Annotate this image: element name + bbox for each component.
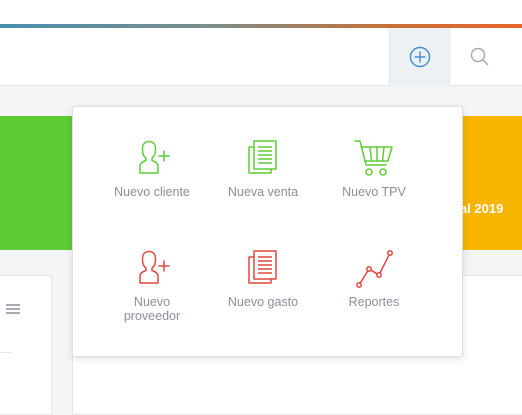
document-icon: [248, 140, 277, 174]
quick-add-button[interactable]: [389, 28, 449, 86]
document-icon: [248, 250, 277, 284]
new-supplier-label: Nuevo proveedor: [123, 295, 181, 323]
left-panel: [0, 275, 52, 415]
new-tpv-item[interactable]: Nuevo TPV: [315, 139, 433, 199]
app-header: [0, 28, 522, 86]
new-supplier-item[interactable]: Nuevo proveedor: [93, 249, 211, 323]
top-strip: [0, 0, 522, 24]
menu-icon[interactable]: [5, 303, 21, 315]
new-expense-item[interactable]: Nuevo gasto: [204, 249, 322, 309]
add-user-icon: [139, 140, 170, 174]
new-sale-item[interactable]: Nueva venta: [204, 139, 322, 199]
new-client-item[interactable]: Nuevo cliente: [93, 139, 211, 199]
panel-divider: [0, 352, 12, 353]
reports-item[interactable]: Reportes: [315, 249, 433, 309]
orange-card-title: bal 2019: [462, 201, 504, 216]
line-chart-icon: [356, 250, 393, 288]
green-summary-card: [0, 116, 72, 250]
search-icon: [470, 47, 488, 66]
reports-label: Reportes: [348, 295, 400, 309]
new-tpv-label: Nuevo TPV: [342, 185, 406, 199]
app-screen: bal 2019 Nuevo cliente: [0, 0, 522, 415]
cart-icon: [354, 140, 393, 176]
add-user-icon: [139, 250, 170, 284]
plus-circle-icon: [409, 46, 430, 68]
new-client-label: Nuevo cliente: [114, 185, 190, 199]
new-expense-label: Nuevo gasto: [227, 295, 299, 309]
quick-actions-dropdown: Nuevo cliente Nueva venta Nuevo TPV Nuev…: [72, 106, 463, 357]
orange-summary-card: bal 2019: [462, 116, 522, 250]
new-sale-label: Nueva venta: [227, 185, 299, 199]
search-button[interactable]: [449, 28, 509, 86]
